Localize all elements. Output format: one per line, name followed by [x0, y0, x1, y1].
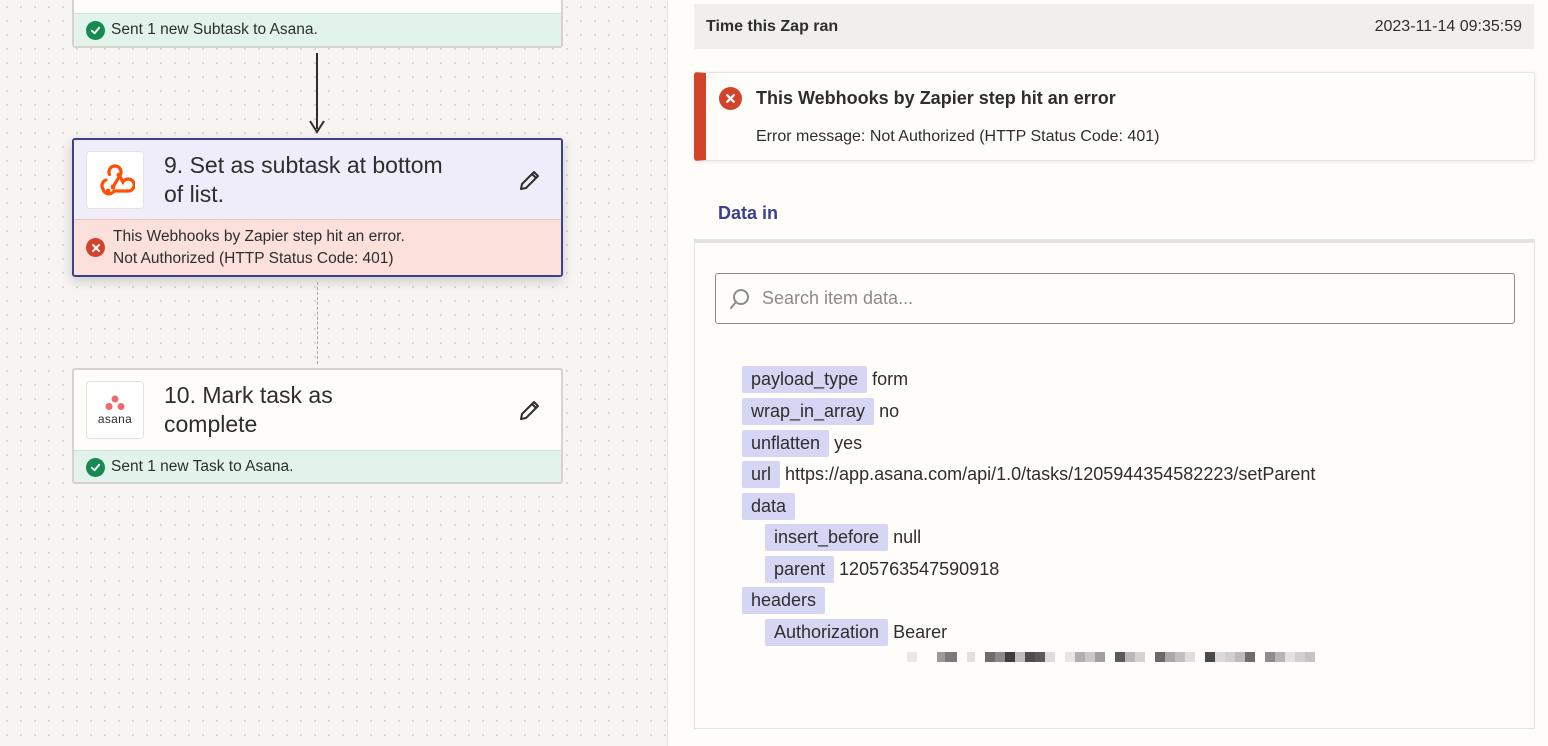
connector-arrow-icon: [309, 120, 325, 134]
zap-run-time-row: Time this Zap ran 2023-11-14 09:35:59: [694, 4, 1534, 49]
data-row: payload_type form: [742, 365, 908, 393]
tab-data-in[interactable]: Data in: [694, 183, 802, 247]
data-row: headers: [742, 586, 830, 614]
data-key[interactable]: headers: [742, 586, 826, 614]
step-9-error-line-2: Not Authorized (HTTP Status Code: 401): [113, 249, 394, 267]
step-8-status-text: Sent 1 new Subtask to Asana.: [111, 21, 318, 38]
data-key[interactable]: wrap_in_array: [742, 397, 875, 425]
step-9-header[interactable]: 9. Set as subtask at bottom of list.: [74, 140, 561, 219]
zap-editor-canvas[interactable]: Sent 1 new Subtask to Asana. 9. Set as s…: [0, 0, 668, 746]
step-9-title: 9. Set as subtask at bottom of list.: [164, 151, 443, 207]
search-box[interactable]: [715, 273, 1515, 324]
asana-logo: asana: [98, 395, 132, 426]
step-8-card[interactable]: Sent 1 new Subtask to Asana.: [72, 0, 563, 48]
data-key[interactable]: url: [742, 460, 781, 488]
step-10-card[interactable]: asana 10. Mark task as complete Sent 1 n…: [72, 368, 563, 484]
data-key[interactable]: Authorization: [765, 618, 889, 646]
data-value: form: [872, 368, 909, 389]
data-value: no: [879, 400, 900, 421]
data-row: url https://app.asana.com/api/1.0/tasks/…: [742, 460, 1315, 488]
data-row: data: [742, 492, 800, 520]
step-9-error-line-1: This Webhooks by Zapier step hit an erro…: [113, 227, 405, 245]
success-check-icon: [86, 20, 105, 40]
run-time-label: Time this Zap ran: [706, 17, 839, 35]
data-value: 1205763547590918: [839, 558, 1000, 579]
data-key[interactable]: insert_before: [765, 523, 889, 551]
data-row: parent 1205763547590918: [765, 555, 999, 583]
error-alert: This Webhooks by Zapier step hit an erro…: [694, 72, 1535, 161]
data-key[interactable]: unflatten: [742, 429, 830, 457]
connector-line: [316, 53, 318, 129]
data-value: https://app.asana.com/api/1.0/tasks/1205…: [785, 463, 1316, 484]
search-icon: [730, 288, 749, 309]
data-row: unflatten yes: [742, 429, 862, 457]
step-10-title: 10. Mark task as complete: [164, 382, 333, 437]
success-check-icon: [86, 457, 105, 477]
step-10-status: Sent 1 new Task to Asana.: [74, 450, 561, 482]
error-x-icon: [719, 87, 742, 110]
search-input[interactable]: [762, 288, 1482, 309]
data-in-content: payload_type form wrap_in_array no unfla…: [694, 243, 1535, 729]
data-value: Bearer: [893, 621, 948, 642]
data-key[interactable]: payload_type: [742, 365, 868, 393]
error-alert-message: Error message: Not Authorized (HTTP Stat…: [756, 128, 1160, 145]
data-row: wrap_in_array no: [742, 397, 899, 425]
webhook-icon: [100, 163, 135, 195]
data-value: yes: [834, 432, 863, 453]
dashed-connector: [317, 282, 318, 364]
error-alert-title: This Webhooks by Zapier step hit an erro…: [756, 88, 1116, 108]
data-key[interactable]: data: [742, 492, 796, 520]
asana-app-tile: asana: [86, 381, 144, 439]
step-10-header[interactable]: asana 10. Mark task as complete: [74, 370, 561, 450]
data-tabs: Data in: [694, 183, 1535, 247]
step-8-status: Sent 1 new Subtask to Asana.: [74, 13, 561, 46]
data-row: Authorization Bearer: [765, 618, 947, 646]
error-x-icon: [86, 238, 105, 257]
data-value: null: [893, 526, 922, 547]
data-row: insert_before null: [765, 523, 921, 551]
redacted-token: [907, 652, 1315, 662]
run-time-value: 2023-11-14 09:35:59: [1374, 17, 1522, 35]
edit-pencil-icon[interactable]: [515, 165, 545, 195]
tab-data-in-label: Data in: [717, 202, 778, 223]
edit-pencil-icon[interactable]: [515, 395, 545, 425]
data-key[interactable]: parent: [765, 555, 835, 583]
webhook-app-tile: [86, 150, 144, 209]
asana-logo-text: asana: [97, 411, 133, 426]
step-10-status-text: Sent 1 new Task to Asana.: [111, 458, 294, 475]
step-9-error-status: This Webhooks by Zapier step hit an erro…: [74, 219, 561, 275]
step-9-card[interactable]: 9. Set as subtask at bottom of list. Thi…: [72, 138, 563, 277]
step-details-panel: Time this Zap ran 2023-11-14 09:35:59 Th…: [669, 0, 1548, 746]
